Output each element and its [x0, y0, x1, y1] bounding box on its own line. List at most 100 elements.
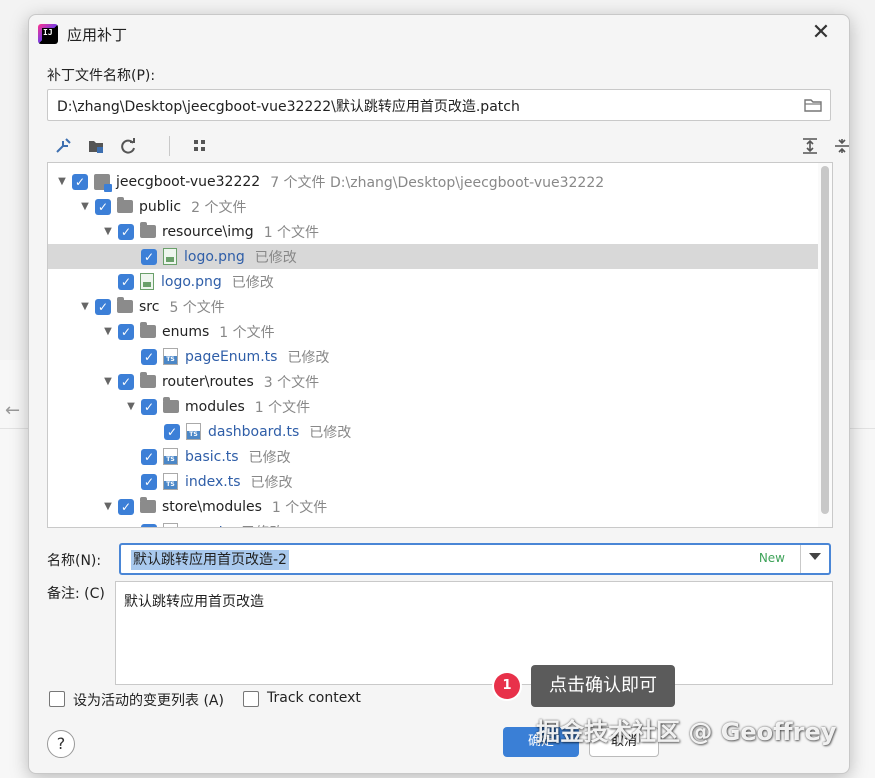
comment-value: 默认跳转应用首页改造: [124, 594, 264, 610]
tree-row[interactable]: ▼✓TSpageEnum.ts已修改: [48, 344, 818, 369]
typescript-file-icon: TS: [163, 523, 178, 527]
expand-arrow-icon[interactable]: ▼: [79, 201, 91, 212]
expand-arrow-icon[interactable]: ▼: [102, 326, 114, 337]
include-checkbox[interactable]: ✓: [141, 348, 157, 365]
patch-file-field[interactable]: D:\zhang\Desktop\jeecgboot-vue32222\默认跳转…: [47, 89, 831, 121]
tree-item-name: logo.png: [161, 273, 222, 290]
typescript-file-icon: TS: [163, 448, 178, 465]
merge-icon[interactable]: [53, 135, 75, 157]
tree-row[interactable]: ▼ ✓ src 5 个文件: [48, 294, 818, 319]
close-button[interactable]: ✕: [809, 21, 833, 45]
tree-row[interactable]: ▼✓logo.png已修改: [48, 244, 818, 269]
include-checkbox[interactable]: ✓: [118, 323, 134, 340]
include-checkbox[interactable]: ✓: [141, 398, 157, 415]
dropdown-separator: [800, 545, 801, 573]
comment-textarea[interactable]: 默认跳转应用首页改造: [115, 581, 833, 685]
tree-row[interactable]: ▼✓logo.png已修改: [48, 269, 818, 294]
include-checkbox[interactable]: ✓: [118, 223, 134, 240]
folder-map-icon[interactable]: [85, 135, 107, 157]
include-checkbox[interactable]: ✓: [95, 298, 111, 315]
tree-item-name: router\routes: [162, 373, 254, 390]
tree-item-name: resource\img: [162, 223, 254, 240]
tree-item-name: user.ts: [185, 524, 231, 528]
tree-item-name: enums: [162, 323, 210, 340]
tree-item-meta: 已修改: [254, 249, 297, 266]
expand-arrow-icon[interactable]: ▼: [56, 176, 68, 187]
name-label: 名称(N):: [47, 553, 102, 569]
tree-item-meta: 已修改: [250, 474, 293, 491]
tree-item-meta: 5 个文件: [169, 299, 225, 316]
changed-files-tree[interactable]: ▼ ✓ jeecgboot-vue32222 7 个文件 D:\zhang\Deskt…: [47, 162, 833, 528]
include-checkbox[interactable]: ✓: [164, 423, 180, 440]
include-checkbox[interactable]: ✓: [141, 248, 157, 265]
collapse-all-icon[interactable]: [831, 135, 853, 157]
refresh-icon[interactable]: [117, 135, 139, 157]
tree-row[interactable]: ▼✓TSindex.ts已修改: [48, 469, 818, 494]
folder-icon: [117, 297, 133, 313]
apply-patch-dialog: IJ 应用补丁 ✕ 补丁文件名称(P): D:\zhang\Desktop\je…: [28, 14, 850, 774]
tree-scrollbar[interactable]: [818, 163, 832, 527]
tree-item-meta: 1 个文件: [271, 499, 328, 516]
expand-all-icon[interactable]: [799, 135, 821, 157]
expand-arrow-icon[interactable]: ▼: [125, 401, 137, 412]
expand-arrow-icon[interactable]: ▼: [79, 301, 91, 312]
track-context-checkbox[interactable]: [243, 691, 259, 707]
tree-row[interactable]: ▼ ✓ enums 1 个文件: [48, 319, 818, 344]
folder-icon: [140, 222, 156, 238]
expand-arrow-icon[interactable]: ▼: [102, 226, 114, 237]
folder-icon: [140, 497, 156, 513]
include-checkbox[interactable]: ✓: [95, 198, 111, 215]
help-button[interactable]: ?: [47, 730, 75, 758]
include-checkbox[interactable]: ✓: [118, 273, 134, 290]
patch-file-value: D:\zhang\Desktop\jeecgboot-vue32222\默认跳转…: [57, 99, 520, 115]
include-checkbox[interactable]: ✓: [141, 523, 157, 527]
tree-row[interactable]: ▼✓TSuser.ts已修改: [48, 519, 818, 528]
folder-icon: [140, 322, 156, 338]
expand-arrow-icon[interactable]: ▼: [102, 376, 114, 387]
group-icon[interactable]: [189, 135, 211, 157]
tree-item-name: logo.png: [184, 248, 245, 265]
tree-item-meta: 2 个文件: [191, 199, 247, 216]
tree-item-name: basic.ts: [185, 448, 239, 465]
active-changelist-label: 设为活动的变更列表 (A): [73, 693, 224, 709]
tree-row[interactable]: ▼ ✓ router\routes 3 个文件: [48, 369, 818, 394]
tree-item-meta: 已修改: [241, 522, 283, 528]
tree-row[interactable]: ▼ ✓ public 2 个文件: [48, 194, 818, 219]
include-checkbox[interactable]: ✓: [118, 373, 134, 390]
new-badge: New: [758, 551, 785, 565]
typescript-file-icon: TS: [163, 348, 178, 365]
typescript-file-icon: TS: [186, 423, 201, 440]
tree-row[interactable]: ▼ ✓ resource\img 1 个文件: [48, 219, 818, 244]
tree-toolbar: [47, 133, 849, 159]
step-number-badge: 1: [494, 673, 520, 699]
tree-item-meta: 7 个文件 D:\zhang\Desktop\jeecgboot-vue3222…: [270, 174, 605, 191]
browse-folder-icon[interactable]: [804, 98, 822, 112]
tree-row[interactable]: ▼✓TSdashboard.ts已修改: [48, 419, 818, 444]
tree-item-name: index.ts: [185, 473, 241, 490]
tree-row[interactable]: ▼ ✓ jeecgboot-vue32222 7 个文件 D:\zhang\Deskt…: [48, 169, 818, 194]
tree-item-meta: 1 个文件: [263, 224, 320, 241]
tree-row[interactable]: ▼✓TSbasic.ts已修改: [48, 444, 818, 469]
active-changelist-checkbox[interactable]: [49, 691, 65, 707]
include-checkbox[interactable]: ✓: [141, 473, 157, 490]
tree-item-name: jeecgboot-vue32222: [116, 173, 261, 190]
tree-row[interactable]: ▼ ✓ modules 1 个文件: [48, 394, 818, 419]
changelist-name-field[interactable]: 默认跳转应用首页改造-2 New: [119, 543, 831, 575]
tree-item-meta: 已修改: [248, 449, 291, 466]
include-checkbox[interactable]: ✓: [141, 448, 157, 465]
tree-item-meta: 1 个文件: [254, 399, 311, 416]
tree-item-meta: 1 个文件: [219, 324, 275, 341]
include-checkbox[interactable]: ✓: [72, 173, 88, 190]
folder-icon: [117, 197, 133, 213]
tree-scroll-thumb[interactable]: [821, 166, 829, 514]
tree-item-meta: 已修改: [309, 424, 352, 441]
chevron-down-icon[interactable]: [809, 553, 821, 560]
intellij-app-icon: IJ: [38, 24, 58, 44]
tree-item-name: pageEnum.ts: [185, 348, 278, 365]
tree-row[interactable]: ▼ ✓ store\modules 1 个文件: [48, 494, 818, 519]
toolbar-separator: [169, 136, 170, 156]
include-checkbox[interactable]: ✓: [118, 498, 134, 515]
folder-icon: [140, 372, 156, 388]
expand-arrow-icon[interactable]: ▼: [102, 501, 114, 512]
dialog-title: 应用补丁: [67, 26, 128, 44]
